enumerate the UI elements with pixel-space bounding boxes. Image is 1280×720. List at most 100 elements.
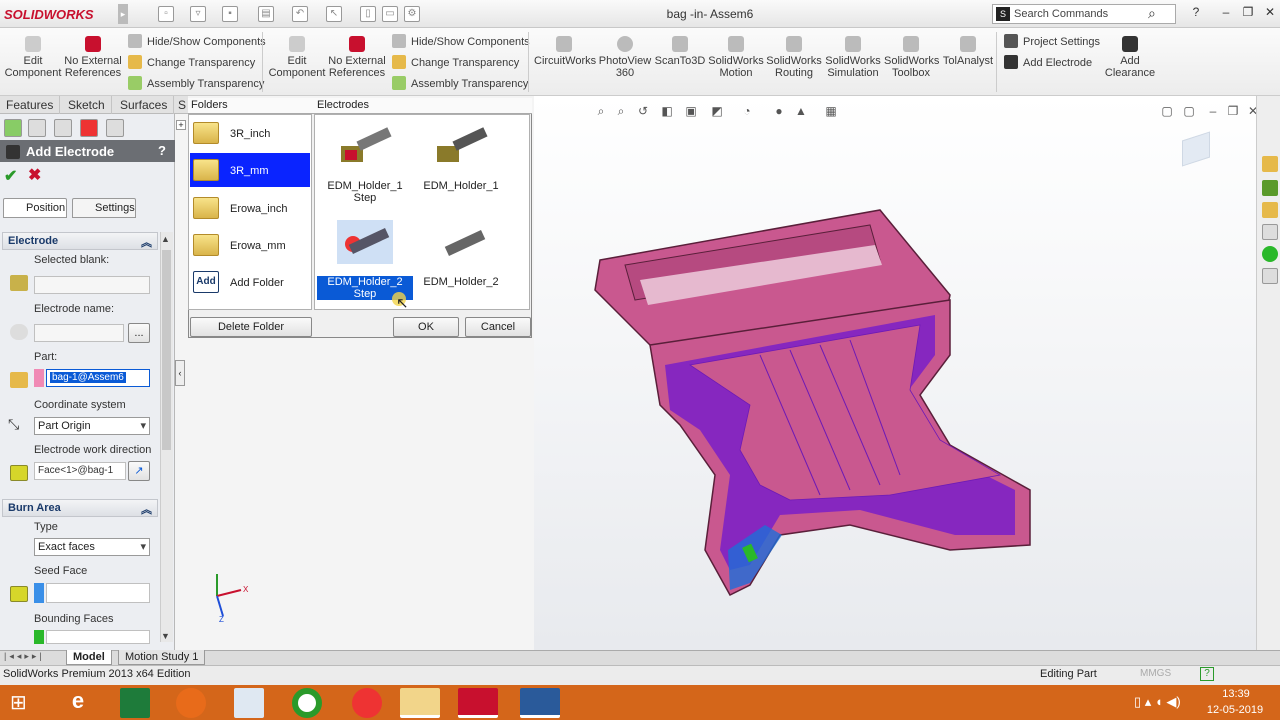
- folder-item[interactable]: 3R_inch: [190, 116, 310, 150]
- bounding-faces-field[interactable]: [46, 630, 150, 644]
- tab-truncated[interactable]: S: [176, 96, 188, 114]
- assembly-transparency-2[interactable]: Assembly Transparency: [392, 76, 528, 90]
- apply-scene-icon[interactable]: ▲: [794, 104, 808, 118]
- tab-scroll-arrows-icon[interactable]: |◂◂▸▸|: [4, 651, 45, 662]
- solidworks-logo[interactable]: SOLIDWORKS: [4, 7, 94, 22]
- electrode-item[interactable]: EDM_Holder_2: [411, 214, 511, 304]
- select-icon[interactable]: ↖: [326, 6, 342, 22]
- collapse-panel-handle[interactable]: ‹: [175, 360, 185, 386]
- browse-button[interactable]: ...: [128, 323, 150, 343]
- close-icon[interactable]: ✕: [1262, 5, 1278, 21]
- model-tab[interactable]: Model: [66, 650, 112, 665]
- calculator-icon[interactable]: [234, 688, 264, 718]
- edit-component-button[interactable]: Edit Component: [4, 34, 62, 79]
- view-settings-icon[interactable]: ▦: [824, 104, 838, 118]
- add-electrode-button[interactable]: Add Electrode: [1004, 55, 1092, 69]
- electrode-item-selected[interactable]: EDM_Holder_2 Step: [315, 214, 415, 304]
- feature-tree-icon[interactable]: [4, 119, 22, 137]
- no-external-references-button-2[interactable]: No External References: [328, 34, 386, 79]
- selected-blank-field[interactable]: [34, 276, 150, 294]
- tab-settings-pm[interactable]: Settings: [72, 198, 136, 218]
- expand-tree-icon[interactable]: +: [176, 120, 186, 130]
- previous-view-icon[interactable]: ↺: [636, 104, 650, 118]
- appearances-icon[interactable]: [1262, 246, 1278, 262]
- clock-time[interactable]: 13:39: [1208, 688, 1264, 700]
- project-settings-button[interactable]: Project Settings: [1004, 34, 1100, 48]
- view-palette-icon[interactable]: [1262, 224, 1278, 240]
- solidworks-simulation-button[interactable]: SolidWorks Simulation: [824, 34, 882, 79]
- circuitworks-button[interactable]: CircuitWorks: [534, 34, 596, 67]
- tab-surfaces[interactable]: Surfaces: [114, 96, 175, 114]
- folder-item[interactable]: Erowa_inch: [190, 191, 310, 225]
- folder-item-selected[interactable]: 3R_mm: [190, 153, 310, 187]
- delete-folder-button[interactable]: Delete Folder: [190, 317, 312, 337]
- view-orientation-icon[interactable]: ▣: [684, 104, 698, 118]
- photoview-button[interactable]: PhotoView 360: [596, 34, 654, 79]
- media-app-icon[interactable]: [352, 688, 382, 718]
- zoom-to-fit-icon[interactable]: ⌕: [594, 104, 608, 118]
- tab-position[interactable]: Position: [3, 198, 67, 218]
- scroll-thumb[interactable]: [162, 250, 171, 450]
- print-icon[interactable]: ▤: [258, 6, 274, 22]
- system-tray-icons[interactable]: ▯ ▴ ◖ ◀): [1134, 694, 1181, 710]
- units-text[interactable]: MMGS: [1140, 668, 1171, 679]
- property-manager-icon[interactable]: [28, 119, 46, 137]
- ok-check-icon[interactable]: ✔: [4, 166, 17, 186]
- undo-icon[interactable]: ↶: [292, 6, 308, 22]
- reverse-direction-button[interactable]: ↗: [128, 461, 150, 481]
- no-external-references-button[interactable]: No External References: [64, 34, 122, 79]
- viewport-minimize-icon[interactable]: –: [1206, 104, 1220, 118]
- appearance-icon[interactable]: [80, 119, 98, 137]
- tab-sketch[interactable]: Sketch: [62, 96, 112, 114]
- seed-face-field[interactable]: [46, 583, 150, 603]
- hide-show-components-1[interactable]: Hide/Show Components: [128, 34, 266, 48]
- viewport-tile-icon[interactable]: ▢: [1160, 104, 1174, 118]
- ok-button[interactable]: OK: [393, 317, 459, 337]
- motion-study-tab[interactable]: Motion Study 1: [118, 650, 206, 665]
- assembly-transparency-1[interactable]: Assembly Transparency: [128, 76, 264, 90]
- hide-show-items-icon[interactable]: ◔: [740, 104, 754, 118]
- chrome-icon[interactable]: [292, 688, 322, 718]
- resources-icon[interactable]: [1262, 180, 1278, 196]
- help-button[interactable]: ?: [158, 143, 166, 158]
- display-style-icon[interactable]: ◩: [710, 104, 724, 118]
- solidworks-toolbox-button[interactable]: SolidWorks Toolbox: [884, 34, 939, 79]
- folder-item[interactable]: Erowa_mm: [190, 228, 310, 262]
- scroll-up-icon[interactable]: ▲: [161, 234, 170, 244]
- menu-expand-icon[interactable]: ▸: [118, 4, 128, 24]
- save-icon[interactable]: ▪: [222, 6, 238, 22]
- electrode-name-field[interactable]: [34, 324, 124, 342]
- clock-date[interactable]: 12-05-2019: [1200, 704, 1270, 716]
- edit-appearance-icon[interactable]: ●: [772, 104, 786, 118]
- edit-component-button-2[interactable]: Edit Component: [268, 34, 326, 79]
- part-field[interactable]: bag-1@Assem6: [46, 369, 150, 387]
- coordinate-system-select[interactable]: Part Origin: [34, 417, 150, 435]
- home-icon[interactable]: [1262, 156, 1278, 172]
- add-folder-item[interactable]: Add Add Folder: [190, 265, 310, 299]
- solidworks-motion-button[interactable]: SolidWorks Motion: [708, 34, 764, 79]
- configuration-manager-icon[interactable]: [54, 119, 72, 137]
- change-transparency-1[interactable]: Change Transparency: [128, 55, 255, 69]
- dimxpert-icon[interactable]: [106, 119, 124, 137]
- viewport-cascade-icon[interactable]: ▢: [1182, 104, 1196, 118]
- help-icon[interactable]: ?: [1188, 5, 1204, 21]
- open-icon[interactable]: ▿: [190, 6, 206, 22]
- solidworks-taskbar-icon[interactable]: [458, 688, 498, 718]
- search-scope-icon[interactable]: S: [996, 7, 1010, 21]
- firefox-icon[interactable]: [176, 688, 206, 718]
- minimize-icon[interactable]: –: [1218, 5, 1234, 21]
- status-help-icon[interactable]: ?: [1200, 667, 1214, 681]
- burn-area-group-header[interactable]: Burn Area ︽: [2, 499, 158, 517]
- bag-part-model[interactable]: [590, 205, 1040, 605]
- electrode-item[interactable]: EDM_Holder_1: [411, 118, 511, 208]
- change-transparency-2[interactable]: Change Transparency: [392, 55, 519, 69]
- custom-properties-icon[interactable]: [1262, 268, 1278, 284]
- file-explorer-taskbar-icon[interactable]: [400, 688, 440, 718]
- section-view-icon[interactable]: ◧: [660, 104, 674, 118]
- type-select[interactable]: Exact faces: [34, 538, 150, 556]
- internet-explorer-icon[interactable]: e: [58, 688, 98, 718]
- hide-show-components-2[interactable]: Hide/Show Components: [392, 34, 530, 48]
- solidworks-routing-button[interactable]: SolidWorks Routing: [766, 34, 822, 79]
- tolanalyst-button[interactable]: TolAnalyst: [940, 34, 996, 67]
- zoom-to-area-icon[interactable]: ⌕: [614, 104, 628, 118]
